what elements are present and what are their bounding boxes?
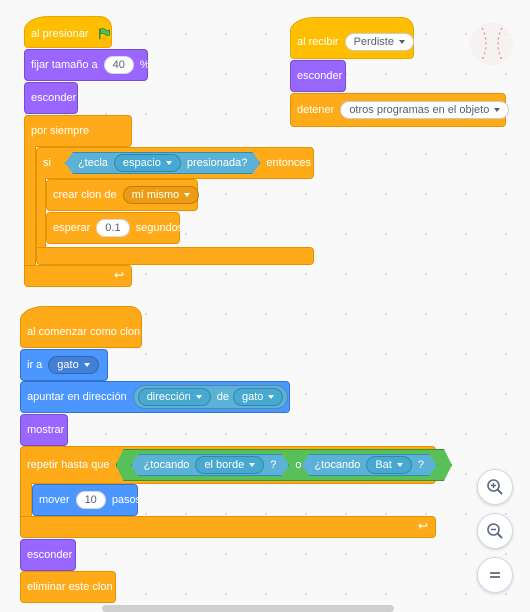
key-dropdown[interactable]: espacio	[114, 154, 181, 172]
when-start-as-clone-block[interactable]: al comenzar como clon	[20, 306, 142, 348]
set-size-block[interactable]: fijar tamaño a 40 %	[24, 49, 150, 81]
chevron-down-icon	[166, 161, 172, 165]
touching1-label: ¿tocando	[143, 459, 190, 471]
clone-target-value: mí mismo	[131, 189, 180, 201]
show-label: mostrar	[27, 424, 65, 436]
when-receive-block[interactable]: al recibir Perdiste	[290, 17, 414, 59]
wait-block[interactable]: esperar 0.1 segundos	[46, 212, 183, 244]
when-clone-label: al comenzar como clon	[27, 326, 141, 338]
or-label: o	[295, 459, 302, 471]
message-dropdown[interactable]: Perdiste	[344, 33, 414, 51]
size-input[interactable]: 40	[103, 56, 134, 74]
chevron-down-icon	[268, 395, 275, 399]
touching-edge-condition[interactable]: ¿tocando el borde ?	[131, 454, 290, 476]
stop-option-dropdown[interactable]: otros programas en el objeto	[340, 101, 510, 119]
seconds-label: segundos	[135, 222, 184, 234]
key-pressed-post-label: presionada?	[186, 157, 248, 169]
green-flag-icon	[99, 28, 111, 40]
size-unit: %	[139, 59, 150, 71]
touching2-label: ¿tocando	[314, 459, 361, 471]
chevron-down-icon	[249, 463, 255, 467]
key-value: espacio	[122, 157, 161, 169]
equals-icon	[490, 572, 500, 578]
when-flag-clicked-block[interactable]: al presionar	[24, 16, 112, 48]
stop-block[interactable]: detener otros programas en el objeto	[290, 93, 510, 127]
q1-label: ?	[270, 459, 277, 471]
zoom-out-button[interactable]	[477, 513, 513, 549]
when-flag-label: al presionar	[31, 28, 89, 40]
key-pressed-condition[interactable]: ¿tecla espacio presionada?	[65, 152, 260, 174]
of-target-dropdown[interactable]: gato	[232, 388, 284, 406]
key-pressed-pre-label: ¿tecla	[77, 157, 108, 169]
delete-clone-block[interactable]: eliminar este clon	[20, 571, 116, 603]
point-towards-label: apuntar en dirección	[27, 391, 127, 403]
chevron-down-icon	[397, 463, 403, 467]
repeat-bottom	[20, 516, 436, 538]
horizontal-scrollbar[interactable]	[102, 605, 394, 612]
zoom-in-icon	[487, 479, 503, 495]
direction-attr-dropdown[interactable]: dirección	[137, 388, 211, 406]
if-arm	[36, 178, 46, 248]
touching-bat-condition[interactable]: ¿tocando Bat ?	[301, 454, 437, 476]
then-label: entonces	[266, 157, 312, 169]
go-to-target-dropdown[interactable]: gato	[48, 356, 99, 374]
forever-arm	[24, 146, 36, 266]
create-clone-label: crear clon de	[53, 189, 117, 201]
chevron-down-icon	[494, 108, 501, 112]
go-to-block[interactable]: ir a gato	[20, 349, 108, 381]
of-label: de	[216, 391, 229, 403]
repeat-until-block[interactable]: repetir hasta que ¿tocando el borde ? o …	[20, 446, 436, 484]
stop-option-value: otros programas en el objeto	[349, 104, 490, 116]
repeat-until-label: repetir hasta que	[27, 459, 110, 471]
set-size-label: fijar tamaño a	[31, 59, 98, 71]
forever-label: por siempre	[31, 125, 90, 137]
show-block[interactable]: mostrar	[20, 414, 68, 446]
forever-block[interactable]: por siempre	[24, 115, 132, 147]
zoom-reset-button[interactable]	[477, 557, 513, 593]
move-input[interactable]: 10	[75, 491, 106, 509]
touching1-dropdown[interactable]: el borde	[195, 456, 264, 474]
zoom-in-button[interactable]	[477, 469, 513, 505]
message-value: Perdiste	[353, 36, 394, 48]
direction-attr-value: dirección	[146, 391, 191, 403]
touching2-value: Bat	[375, 459, 392, 471]
clone-target-dropdown[interactable]: mí mismo	[122, 186, 200, 204]
of-reporter[interactable]: dirección de gato	[132, 385, 289, 409]
when-receive-label: al recibir	[297, 36, 339, 48]
hide-block-2[interactable]: esconder	[290, 60, 346, 92]
chevron-down-icon	[195, 395, 202, 399]
zoom-out-icon	[487, 523, 503, 539]
steps-label: pasos	[111, 494, 142, 506]
of-target-value: gato	[241, 391, 264, 403]
q2-label: ?	[417, 459, 424, 471]
create-clone-block[interactable]: crear clon de mí mismo	[46, 179, 200, 211]
repeat-arm	[20, 483, 32, 517]
touching1-value: el borde	[204, 459, 245, 471]
wait-input[interactable]: 0.1	[96, 219, 130, 237]
if-label: si	[43, 157, 51, 169]
if-then-block[interactable]: si ¿tecla espacio presionada? entonces	[36, 147, 314, 179]
hide-label: esconder	[31, 92, 77, 104]
chevron-down-icon	[398, 40, 405, 44]
go-to-label: ir a	[27, 359, 43, 371]
hide-label-3: esconder	[27, 549, 73, 561]
or-operator[interactable]: ¿tocando el borde ? o ¿tocando Bat ?	[116, 449, 452, 481]
chevron-down-icon	[184, 193, 191, 197]
repeat-loop-arrow-icon: ↩	[418, 519, 429, 533]
loop-arrow-icon: ↩	[114, 268, 125, 282]
chevron-down-icon	[83, 363, 90, 367]
hide-label-2: esconder	[297, 70, 343, 82]
baseball-sprite-icon	[470, 22, 514, 66]
point-towards-block[interactable]: apuntar en dirección dirección de gato	[20, 381, 290, 413]
move-label: mover	[39, 494, 70, 506]
wait-label: esperar	[53, 222, 91, 234]
stop-label: detener	[297, 104, 335, 116]
if-bottom	[36, 247, 314, 265]
touching2-dropdown[interactable]: Bat	[366, 456, 412, 474]
hide-block[interactable]: esconder	[24, 82, 78, 114]
delete-clone-label: eliminar este clon	[27, 581, 113, 593]
move-steps-block[interactable]: mover 10 pasos	[32, 484, 142, 516]
hide-block-3[interactable]: esconder	[20, 539, 76, 571]
go-to-target-value: gato	[57, 359, 79, 371]
